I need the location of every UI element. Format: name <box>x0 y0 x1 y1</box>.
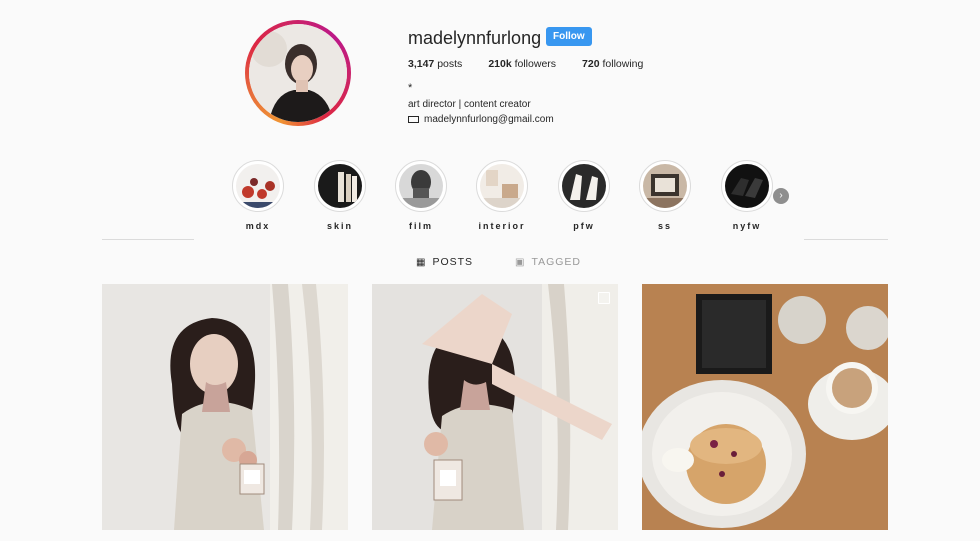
highlight-ring <box>476 160 528 212</box>
profile-stats: 3,147 posts 210k followers 720 following <box>408 58 669 70</box>
post-thumbnail[interactable] <box>372 284 618 530</box>
highlight-image <box>236 164 280 208</box>
highlight-label: film <box>408 221 433 231</box>
follow-button[interactable]: Follow <box>546 27 592 46</box>
highlight-label: interior <box>478 221 526 231</box>
following-stat[interactable]: 720 following <box>582 58 643 70</box>
tab-posts-label: POSTS <box>432 256 474 268</box>
highlight-pfw[interactable]: pfw <box>554 160 614 231</box>
highlight-ss[interactable]: ss <box>635 160 695 231</box>
highlight-ring <box>232 160 284 212</box>
tag-icon: ▣ <box>515 256 526 268</box>
highlight-image <box>643 164 687 208</box>
posts-label: posts <box>437 58 463 70</box>
email-row: madelynnfurlong@gmail.com <box>408 114 554 125</box>
highlight-ring <box>395 160 447 212</box>
highlight-label: nyfw <box>732 221 762 231</box>
highlight-label: pfw <box>573 221 595 231</box>
divider <box>102 239 194 240</box>
highlight-skin[interactable]: skin <box>310 160 370 231</box>
highlight-film[interactable]: film <box>391 160 451 231</box>
following-count: 720 <box>582 58 600 70</box>
highlight-ring <box>721 160 773 212</box>
followers-stat[interactable]: 210k followers <box>488 58 556 70</box>
highlight-interior[interactable]: interior <box>472 160 532 231</box>
multi-photo-icon <box>598 292 610 304</box>
tab-tagged-label: TAGGED <box>531 256 582 268</box>
highlight-mdx[interactable]: mdx <box>228 160 288 231</box>
bio-star: * <box>408 82 413 94</box>
tab-posts[interactable]: ▦ POSTS <box>416 256 473 268</box>
tab-tagged[interactable]: ▣ TAGGED <box>515 256 581 268</box>
following-label: following <box>602 58 644 70</box>
posts-stat: 3,147 posts <box>408 58 462 70</box>
email-text: madelynnfurlong@gmail.com <box>424 114 554 125</box>
mail-icon <box>408 116 419 123</box>
highlight-ring <box>314 160 366 212</box>
highlight-nyfw[interactable]: nyfw <box>717 160 777 231</box>
highlight-label: mdx <box>245 221 271 231</box>
highlight-image <box>725 164 769 208</box>
highlight-image <box>318 164 362 208</box>
grid-icon: ▦ <box>416 256 427 268</box>
highlight-image <box>399 164 443 208</box>
avatar[interactable] <box>249 24 347 122</box>
profile-avatar-ring[interactable] <box>245 20 351 126</box>
highlight-ring <box>639 160 691 212</box>
posts-count: 3,147 <box>408 58 435 70</box>
highlight-image <box>480 164 524 208</box>
highlight-label: ss <box>657 221 672 231</box>
bio-line: art director | content creator <box>408 99 531 110</box>
highlight-ring <box>558 160 610 212</box>
highlight-label: skin <box>326 221 353 231</box>
followers-label: followers <box>514 58 557 70</box>
highlight-image <box>562 164 606 208</box>
post-thumbnail[interactable] <box>102 284 348 530</box>
post-thumbnail[interactable] <box>642 284 888 530</box>
profile-username: madelynnfurlong <box>408 28 542 48</box>
chevron-right-icon[interactable]: › <box>773 188 789 204</box>
followers-count: 210k <box>488 58 512 70</box>
divider <box>804 239 888 240</box>
